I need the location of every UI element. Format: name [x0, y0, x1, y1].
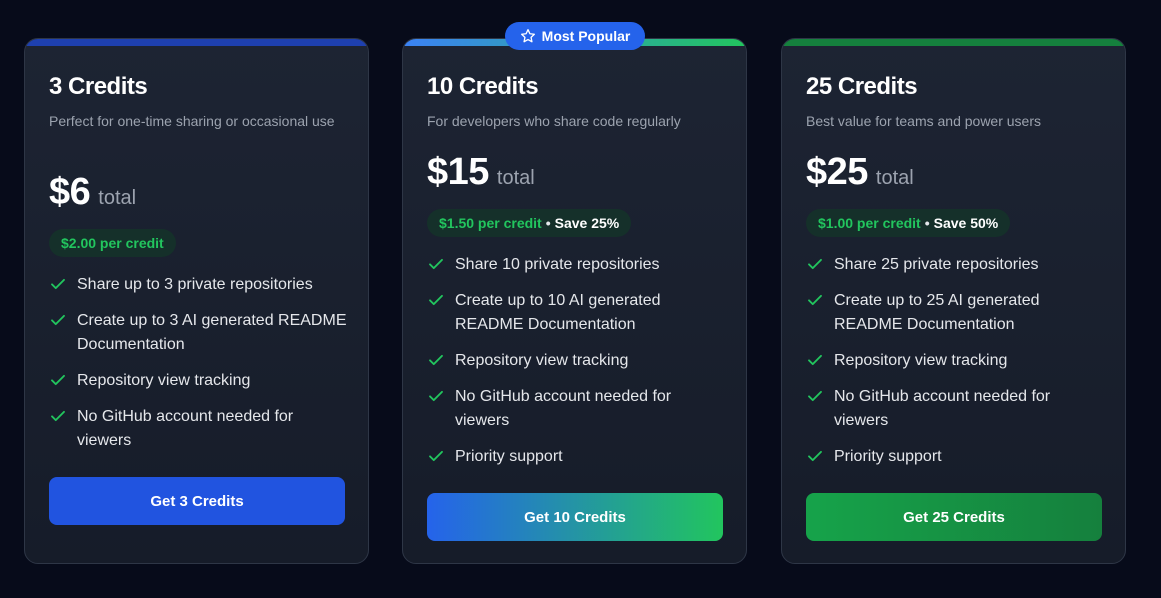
get-10-credits-button[interactable]: Get 10 Credits: [427, 493, 723, 541]
feature-item: Repository view tracking: [806, 349, 1106, 373]
feature-text: No GitHub account needed for viewers: [834, 388, 1051, 429]
feature-item: Create up to 3 AI generated README Docum…: [49, 309, 349, 357]
savings-text: Save 50%: [933, 215, 999, 231]
get-3-credits-button[interactable]: Get 3 Credits: [49, 477, 345, 525]
feature-item: Priority support: [806, 445, 1106, 469]
feature-item: Share up to 3 private repositories: [49, 273, 349, 297]
per-credit-text: $1.00 per credit: [818, 215, 921, 231]
check-icon: [429, 390, 443, 402]
plan-price: $25 total: [806, 151, 914, 194]
feature-text: Repository view tracking: [834, 352, 1008, 369]
plan-title: 10 Credits: [427, 73, 539, 100]
feature-text: Create up to 3 AI generated README Docum…: [77, 312, 347, 353]
check-icon: [808, 294, 822, 306]
feature-item: Create up to 25 AI generated README Docu…: [806, 289, 1106, 337]
plan-price: $6 total: [49, 171, 136, 214]
feature-item: Priority support: [427, 445, 727, 469]
feature-list: Share up to 3 private repositories Creat…: [49, 273, 349, 465]
feature-item: No GitHub account needed for viewers: [427, 385, 727, 433]
plan-title: 25 Credits: [806, 73, 918, 100]
separator-dot: •: [545, 215, 551, 231]
price-amount: $25: [806, 151, 868, 193]
check-icon: [51, 374, 65, 386]
feature-item: Share 25 private repositories: [806, 253, 1106, 277]
feature-text: No GitHub account needed for viewers: [77, 408, 294, 449]
most-popular-badge: Most Popular: [505, 22, 645, 50]
plan-description: Best value for teams and power users: [806, 113, 1042, 129]
check-icon: [51, 314, 65, 326]
per-credit-badge: $1.50 per credit • Save 25%: [427, 209, 632, 237]
feature-item: Create up to 10 AI generated README Docu…: [427, 289, 727, 337]
check-icon: [51, 410, 65, 422]
feature-item: Share 10 private repositories: [427, 253, 727, 277]
feature-list: Share 10 private repositories Create up …: [427, 253, 727, 481]
card-accent-bar: [782, 39, 1125, 46]
plan-card-3-credits: 3 Credits Perfect for one-time sharing o…: [24, 38, 369, 564]
per-credit-text: $2.00 per credit: [61, 235, 164, 251]
feature-list: Share 25 private repositories Create up …: [806, 253, 1106, 481]
pricing-section: Most Popular 3 Credits Perfect for one-t…: [0, 0, 1161, 598]
feature-item: No GitHub account needed for viewers: [806, 385, 1106, 433]
feature-text: Share up to 3 private repositories: [77, 276, 313, 293]
plan-card-10-credits: 10 Credits For developers who share code…: [402, 38, 747, 564]
feature-text: Repository view tracking: [77, 372, 251, 389]
per-credit-badge: $1.00 per credit • Save 50%: [806, 209, 1011, 237]
feature-text: Create up to 25 AI generated README Docu…: [834, 292, 1040, 333]
check-icon: [429, 450, 443, 462]
price-suffix: total: [875, 167, 914, 189]
price-suffix: total: [496, 167, 535, 189]
per-credit-badge: $2.00 per credit: [49, 229, 176, 257]
check-icon: [429, 258, 443, 270]
plan-title: 3 Credits: [49, 73, 148, 100]
check-icon: [429, 354, 443, 366]
check-icon: [808, 258, 822, 270]
feature-item: Repository view tracking: [49, 369, 349, 393]
feature-item: Repository view tracking: [427, 349, 727, 373]
feature-text: Share 10 private repositories: [455, 256, 660, 273]
feature-text: Share 25 private repositories: [834, 256, 1039, 273]
feature-text: Repository view tracking: [455, 352, 629, 369]
per-credit-text: $1.50 per credit: [439, 215, 542, 231]
price-amount: $6: [49, 171, 91, 213]
check-icon: [51, 278, 65, 290]
most-popular-label: Most Popular: [541, 28, 631, 44]
price-suffix: total: [98, 187, 137, 209]
savings-text: Save 25%: [554, 215, 620, 231]
price-amount: $15: [427, 151, 489, 193]
separator-dot: •: [924, 215, 930, 231]
plan-card-25-credits: 25 Credits Best value for teams and powe…: [781, 38, 1126, 564]
check-icon: [808, 450, 822, 462]
feature-text: No GitHub account needed for viewers: [455, 388, 672, 429]
get-25-credits-button[interactable]: Get 25 Credits: [806, 493, 1102, 541]
plan-description: Perfect for one-time sharing or occasion…: [49, 113, 335, 129]
check-icon: [808, 354, 822, 366]
check-icon: [429, 294, 443, 306]
check-icon: [808, 390, 822, 402]
feature-text: Priority support: [834, 448, 942, 465]
plan-price: $15 total: [427, 151, 535, 194]
card-accent-bar: [25, 39, 368, 46]
feature-text: Priority support: [455, 448, 563, 465]
feature-item: No GitHub account needed for viewers: [49, 405, 349, 453]
feature-text: Create up to 10 AI generated README Docu…: [455, 292, 661, 333]
plan-description: For developers who share code regularly: [427, 113, 681, 129]
star-icon: [520, 29, 535, 43]
